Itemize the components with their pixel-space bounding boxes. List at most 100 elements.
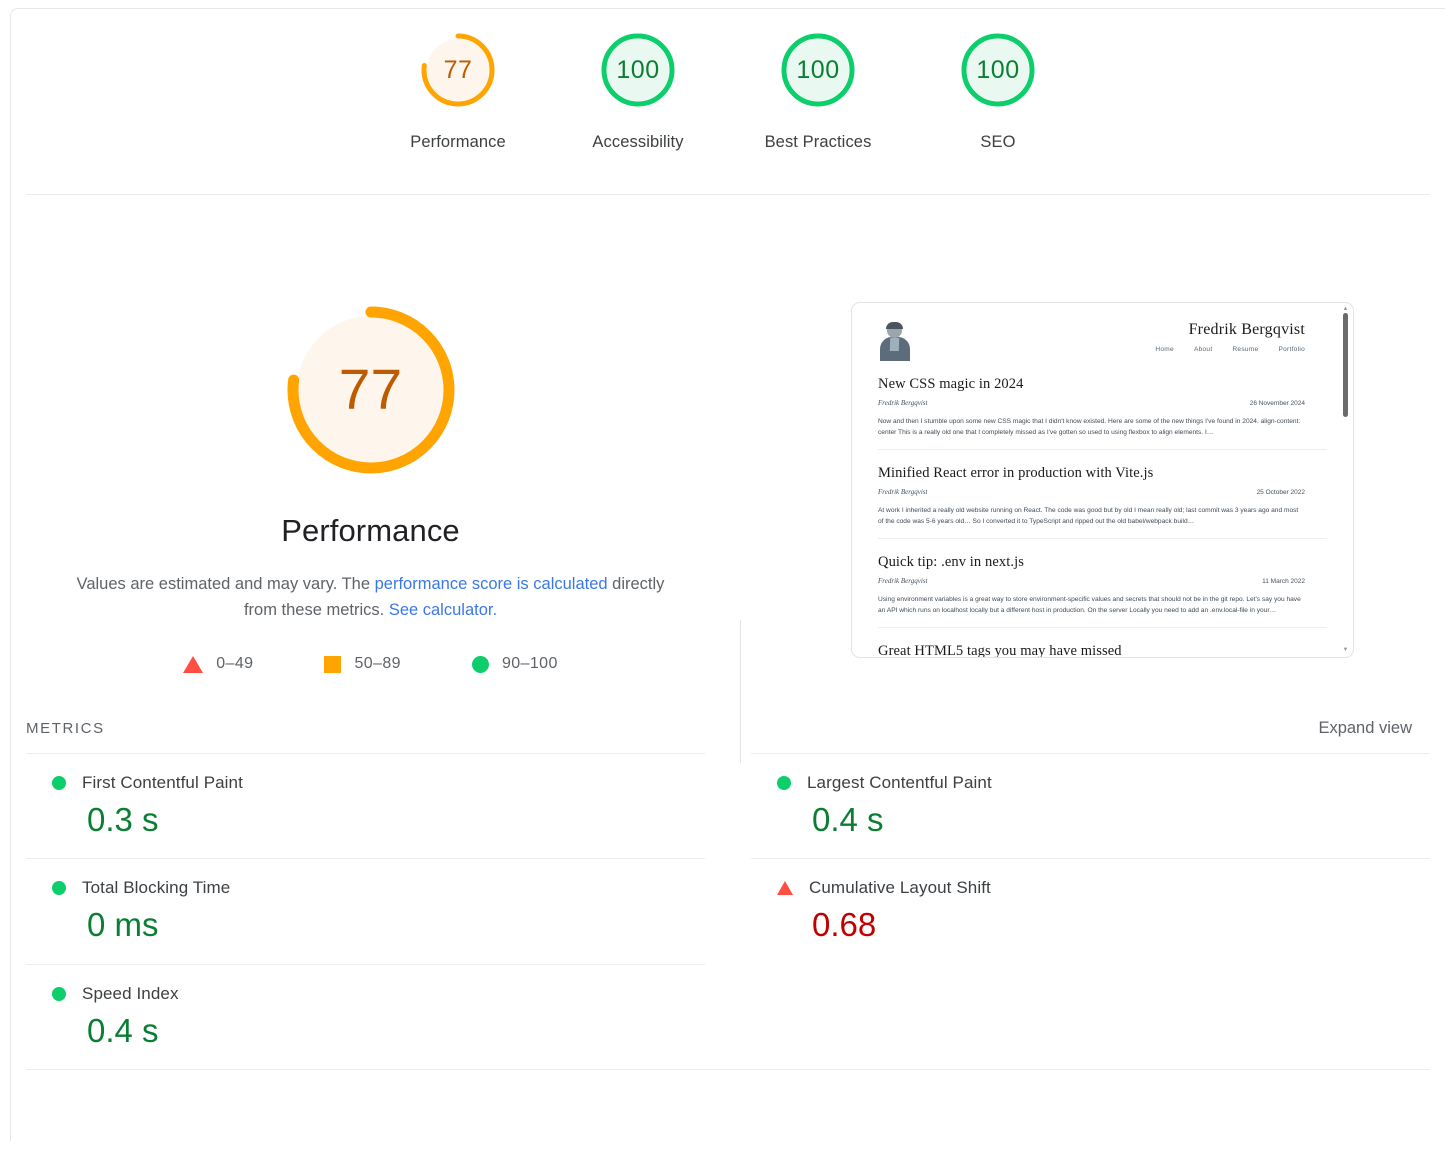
thumbnail-post-meta: Fredrik Bergqvist 26 November 2024 [878,399,1305,407]
thumbnail-nav-link: About [1193,346,1213,353]
metrics-grid: First Contentful Paint 0.3 s Total Blockin… [11,753,1445,1069]
metric-row[interactable]: Total Blocking Time 0 ms [26,858,705,963]
thumbnail-post: New CSS magic in 2024 Fredrik Bergqvist 26… [878,376,1327,450]
thumbnail-post-meta: Fredrik Bergqvist 11 March 2022 [878,577,1305,585]
legend-range-label: 90–100 [501,655,558,672]
circle-icon [52,881,66,896]
thumbnail-scrollbar-thumb[interactable] [1343,313,1348,417]
see-calculator-link[interactable]: See calculator. [389,601,497,619]
final-screenshot-thumbnail[interactable]: Fredrik Bergqvist Home About Resume Portfol… [851,302,1354,658]
thumbnail-post-date: 11 March 2022 [1262,578,1305,585]
thumbnail-content: Fredrik Bergqvist Home About Resume Portfol… [852,303,1353,657]
metrics-bottom-divider [26,1068,1430,1070]
legend-range-label: 50–89 [354,655,401,672]
score-label: SEO [980,133,1016,151]
metric-header: Speed Index [26,984,705,1004]
thumbnail-post-excerpt: At work I inherited a really old website… [878,507,1299,525]
thumbnail-post: Quick tip: .env in next.js Fredrik Bergqv… [878,554,1327,628]
thumbnail-nav-link: Resume [1232,346,1259,353]
triangle-icon [183,655,204,673]
performance-title: Performance [281,513,460,548]
legend-item: 0–49 [183,655,253,673]
thumbnail-post-author: Fredrik Bergqvist [878,577,928,585]
thumbnail-post-date: 25 October 2022 [1256,489,1305,496]
score-gauges-strip: 77 Performance 100 Accessibility 100 Best Pra… [11,9,1445,186]
metric-row[interactable]: First Contentful Paint 0.3 s [26,753,705,858]
circle-icon [777,776,791,790]
performance-gauge-large[interactable]: 77 [281,300,461,480]
score-label: Best Practices [764,133,872,151]
gauge-value: 100 [976,55,1020,84]
description-text-part1: Values are estimated and may vary. The [76,575,375,593]
thumbnail-post-title: Quick tip: .env in next.js [878,554,1024,570]
thumbnail-post-title: Minified React error in production with … [878,465,1154,481]
metrics-column-right: Largest Contentful Paint 0.4 s Cumulative … [728,753,1430,1069]
avatar [878,321,912,361]
legend-item: 90–100 [471,655,558,673]
thumbnail-post: Great HTML5 tags you may have missed [878,643,1327,657]
metric-name: First Contentful Paint [82,773,243,792]
gauge-value: 77 [443,55,473,84]
thumbnail-nav: Home About Resume Portfolio [1155,346,1305,353]
section-vertical-divider [740,620,741,763]
metric-value: 0.4 s [812,801,884,838]
metric-name: Largest Contentful Paint [807,773,992,792]
thumbnail-brand: Fredrik Bergqvist Home About Resume Portfol… [1155,321,1305,353]
legend-range-label: 0–49 [216,655,254,672]
score-item-accessibility[interactable]: 100 Accessibility [548,31,728,152]
expand-view-toggle[interactable]: Expand view [1318,719,1412,738]
thumbnail-post-excerpt: Using environment variables is a great w… [878,596,1301,614]
thumbnail-post-meta: Fredrik Bergqvist 25 October 2022 [878,488,1305,496]
metric-value: 0.3 s [87,801,159,838]
scroll-down-arrow-icon[interactable]: ▼ [1342,647,1349,654]
score-label: Accessibility [592,133,684,151]
metric-header: Largest Contentful Paint [751,773,1430,793]
thumbnail-nav-link: Portfolio [1278,346,1305,353]
circle-icon [471,655,489,673]
metric-name: Cumulative Layout Shift [809,878,991,898]
metric-header: Cumulative Layout Shift [751,878,1430,898]
gauge-value: 100 [616,55,660,84]
metric-row[interactable]: Largest Contentful Paint 0.4 s [751,753,1430,858]
metric-header: Total Blocking Time [26,878,705,898]
circle-icon [52,986,66,1001]
score-label: Performance [410,133,506,151]
score-item-seo[interactable]: 100 SEO [908,31,1088,152]
thumbnail-post: Minified React error in production with … [878,465,1327,539]
square-icon [324,655,342,673]
metric-value: 0 ms [87,906,159,944]
gauge-seo[interactable]: 100 [959,31,1037,109]
metric-name: Total Blocking Time [82,878,231,898]
thumbnail-nav-link: Home [1155,346,1174,353]
metrics-column-left: First Contentful Paint 0.3 s Total Blockin… [26,753,728,1069]
performance-score-calculated-link[interactable]: performance score is calculated [375,575,608,593]
metric-value: 0.4 s [87,1011,159,1049]
scroll-up-arrow-icon[interactable]: ▲ [1342,306,1349,313]
legend-item: 50–89 [324,655,401,673]
triangle-icon [777,881,793,896]
lighthouse-report-card: 77 Performance 100 Accessibility 100 Best Pra… [10,8,1445,1141]
circle-icon [52,776,66,790]
metric-name: Speed Index [82,983,179,1003]
thumbnail-post-excerpt: Now and then I stumble upon some new CSS… [878,418,1301,436]
score-item-performance[interactable]: 77 Performance [368,31,548,152]
thumbnail-post-list: New CSS magic in 2024 Fredrik Bergqvist 26… [878,376,1327,657]
performance-gauge-value: 77 [338,357,403,422]
thumbnail-site-header: Fredrik Bergqvist Home About Resume Portfol… [878,321,1327,361]
metric-row[interactable]: Cumulative Layout Shift 0.68 [751,858,1430,963]
score-legend: 0–49 50–89 90–100 [183,655,558,673]
gauge-best-practices[interactable]: 100 [779,31,857,109]
performance-section: 77 Performance Values are estimated and … [11,195,1445,763]
score-item-best-practices[interactable]: 100 Best Practices [728,31,908,152]
thumbnail-post-title: New CSS magic in 2024 [878,376,1024,392]
performance-summary: 77 Performance Values are estimated and … [11,300,730,673]
metric-row[interactable]: Speed Index 0.4 s [26,963,705,1069]
performance-description: Values are estimated and may vary. The p… [71,571,671,623]
page-thumbnail-panel: Fredrik Bergqvist Home About Resume Portfol… [730,300,1445,673]
gauge-value: 100 [796,55,840,84]
gauge-performance[interactable]: 77 [419,31,497,109]
thumbnail-post-author: Fredrik Bergqvist [878,488,928,496]
metric-header: First Contentful Paint [26,773,705,793]
gauge-accessibility[interactable]: 100 [599,31,677,109]
metrics-header: METRICS Expand view [11,673,1445,738]
